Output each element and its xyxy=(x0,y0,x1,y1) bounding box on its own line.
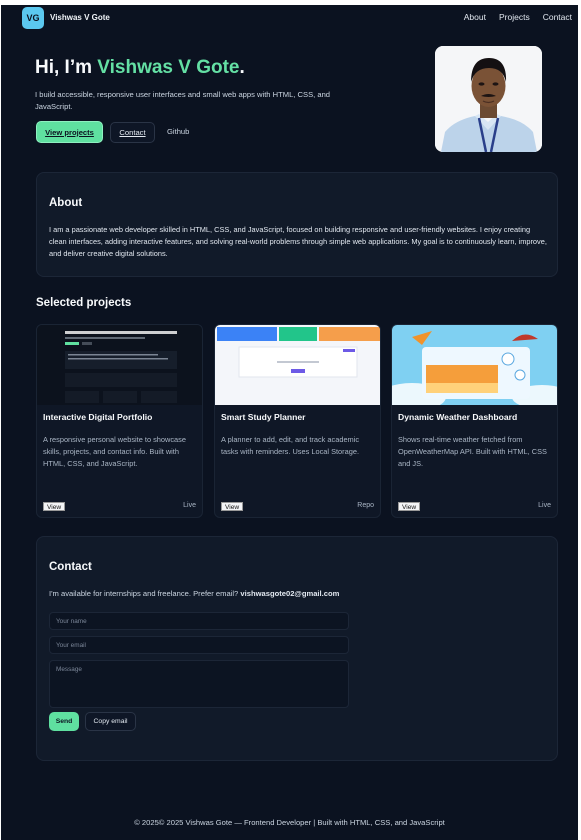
project-live-link[interactable]: Live xyxy=(183,502,196,509)
brand-name[interactable]: Vishwas V Gote xyxy=(50,13,110,22)
send-button[interactable]: Send xyxy=(49,712,79,731)
email-field[interactable]: Your email xyxy=(49,636,349,654)
project-thumbnail xyxy=(37,325,202,405)
contact-button[interactable]: Contact xyxy=(110,122,155,143)
project-thumbnail xyxy=(215,325,380,405)
top-nav-bar: VG Vishwas V Gote About Projects Contact xyxy=(1,5,578,31)
nav-projects[interactable]: Projects xyxy=(499,12,530,22)
hero-subtitle: I build accessible, responsive user inte… xyxy=(35,90,331,111)
contact-info: I'm available for internships and freela… xyxy=(49,589,339,598)
project-card-portfolio[interactable]: Interactive Digital Portfolio A responsi… xyxy=(36,324,203,518)
about-text: I am a passionate web developer skilled … xyxy=(49,225,547,259)
contact-section: Contact I'm available for internships an… xyxy=(36,536,558,761)
project-title: Smart Study Planner xyxy=(221,412,306,422)
about-section: About I am a passionate web developer sk… xyxy=(36,172,558,277)
main-nav: About Projects Contact xyxy=(464,12,572,22)
project-repo-link[interactable]: Repo xyxy=(357,502,374,509)
projects-title: Selected projects xyxy=(36,297,132,309)
footer-text: © 2025© 2025 Vishwas Gote — Frontend Dev… xyxy=(134,818,445,827)
hero-punct: . xyxy=(239,57,245,78)
project-card-weather[interactable]: Dynamic Weather Dashboard Shows real-tim… xyxy=(391,324,558,518)
hero-heading: Hi, I’m Vishwas V Gote. xyxy=(35,57,245,79)
email-placeholder: Your email xyxy=(56,642,86,649)
hero-greeting: Hi, I’m xyxy=(35,57,98,78)
name-field[interactable]: Your name xyxy=(49,612,349,630)
message-placeholder: Message xyxy=(56,666,82,673)
hero-name: Vishwas V Gote xyxy=(97,57,240,78)
project-card-study-planner[interactable]: Smart Study Planner A planner to add, ed… xyxy=(214,324,381,518)
message-field[interactable]: Message xyxy=(49,660,349,708)
profile-photo xyxy=(435,46,542,152)
contact-title: Contact xyxy=(49,561,92,573)
nav-about[interactable]: About xyxy=(464,12,486,22)
name-placeholder: Your name xyxy=(56,618,87,625)
about-title: About xyxy=(49,197,83,209)
github-link[interactable]: Github xyxy=(167,127,189,136)
project-view-button[interactable]: View xyxy=(221,502,244,511)
project-thumbnail xyxy=(392,325,557,411)
project-description: A planner to add, edit, and track academ… xyxy=(221,435,360,457)
project-title: Interactive Digital Portfolio xyxy=(43,412,153,422)
project-live-link[interactable]: Live xyxy=(538,502,551,509)
portfolio-page: VG Vishwas V Gote About Projects Contact… xyxy=(1,5,578,840)
project-description: A responsive personal website to showcas… xyxy=(43,435,186,469)
project-view-button[interactable]: View xyxy=(43,502,66,511)
project-title: Dynamic Weather Dashboard xyxy=(398,412,518,422)
logo-badge[interactable]: VG xyxy=(22,7,44,29)
contact-email[interactable]: vishwasgote02@gmail.com xyxy=(240,589,339,598)
nav-contact[interactable]: Contact xyxy=(543,12,572,22)
contact-line-text: I'm available for internships and freela… xyxy=(49,589,241,598)
profile-photo-illustration xyxy=(435,46,542,152)
project-view-button[interactable]: View xyxy=(398,502,421,511)
view-projects-button[interactable]: View projects xyxy=(36,121,103,143)
project-description: Shows real-time weather fetched from Ope… xyxy=(398,435,547,469)
copy-email-button[interactable]: Copy email xyxy=(85,712,136,731)
